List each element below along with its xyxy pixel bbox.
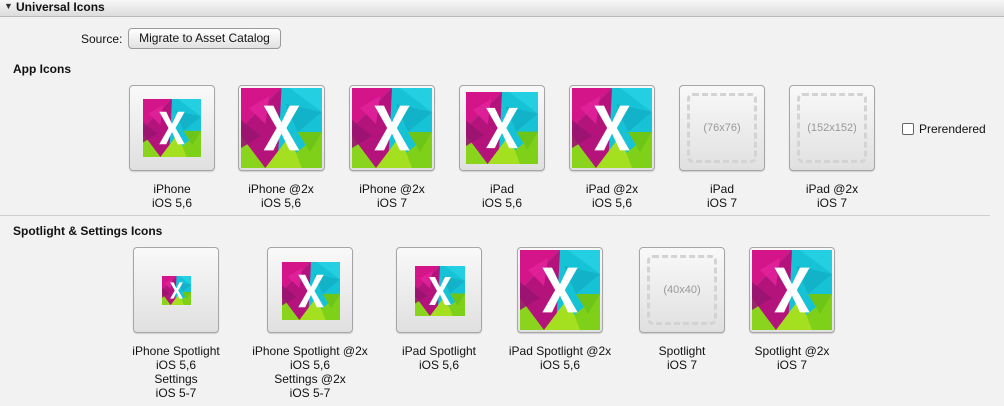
spotlight-settings-heading: Spotlight & Settings Icons	[13, 224, 163, 238]
migrate-to-asset-catalog-button[interactable]: Migrate to Asset Catalog	[128, 28, 281, 49]
disclosure-triangle-icon[interactable]: ▼	[4, 1, 13, 11]
prerendered-option[interactable]: Prerendered	[902, 122, 986, 136]
prerendered-checkbox[interactable]	[902, 123, 914, 135]
prerendered-label: Prerendered	[919, 122, 986, 136]
icon-well-ipad-spotlight-2x[interactable]	[517, 247, 603, 333]
app-icon-image	[282, 262, 340, 320]
section-header-title: Universal Icons	[16, 0, 105, 14]
empty-icon-placeholder: (40x40)	[647, 255, 717, 325]
icon-well-spotlight-2x-ios7[interactable]	[749, 247, 835, 333]
icon-well-ipad-spotlight[interactable]	[396, 247, 482, 333]
source-label: Source:	[81, 32, 123, 46]
app-icon-image	[752, 250, 832, 330]
icon-label: Spotlight @2x iOS 7	[754, 344, 830, 372]
icon-well-iphone-2x[interactable]	[238, 85, 325, 171]
icon-well-ipad-2x[interactable]	[569, 85, 655, 171]
section-divider	[0, 215, 990, 216]
empty-icon-placeholder: (152x152)	[797, 93, 867, 163]
icon-well-iphone-spotlight-2x[interactable]	[267, 247, 353, 333]
empty-icon-placeholder: (76x76)	[687, 93, 757, 163]
app-icon-image	[415, 266, 465, 316]
app-icon-image	[520, 250, 600, 330]
app-icon-image	[162, 276, 191, 305]
section-header-universal-icons[interactable]: ▼ Universal Icons	[0, 0, 1004, 17]
app-icons-heading: App Icons	[13, 62, 72, 76]
app-icon-image	[241, 88, 322, 168]
app-icon-image	[572, 88, 652, 168]
icon-well-iphone-spotlight[interactable]	[133, 247, 219, 333]
icon-well-spotlight-ios7[interactable]: (40x40)	[639, 247, 725, 333]
app-icon-image	[352, 88, 432, 168]
icon-well-iphone-2x-ios7[interactable]	[349, 85, 435, 171]
icon-label: iPhone Spotlight iOS 5,6 Settings iOS 5-…	[132, 344, 220, 400]
icon-well-ipad-ios7[interactable]: (76x76)	[679, 85, 765, 171]
app-icon-image	[466, 92, 538, 164]
icon-well-ipad-2x-ios7[interactable]: (152x152)	[789, 85, 875, 171]
icon-well-iphone[interactable]	[129, 85, 215, 171]
icon-label: iPad Spotlight iOS 5,6	[401, 344, 477, 372]
icon-well-ipad[interactable]	[459, 85, 545, 171]
icon-label: iPhone Spotlight @2x iOS 5,6 Settings @2…	[252, 344, 368, 400]
app-icon-image	[143, 99, 201, 157]
icon-label: iPad @2x iOS 7	[805, 182, 859, 210]
icon-label: iPad Spotlight @2x iOS 5,6	[508, 344, 612, 372]
